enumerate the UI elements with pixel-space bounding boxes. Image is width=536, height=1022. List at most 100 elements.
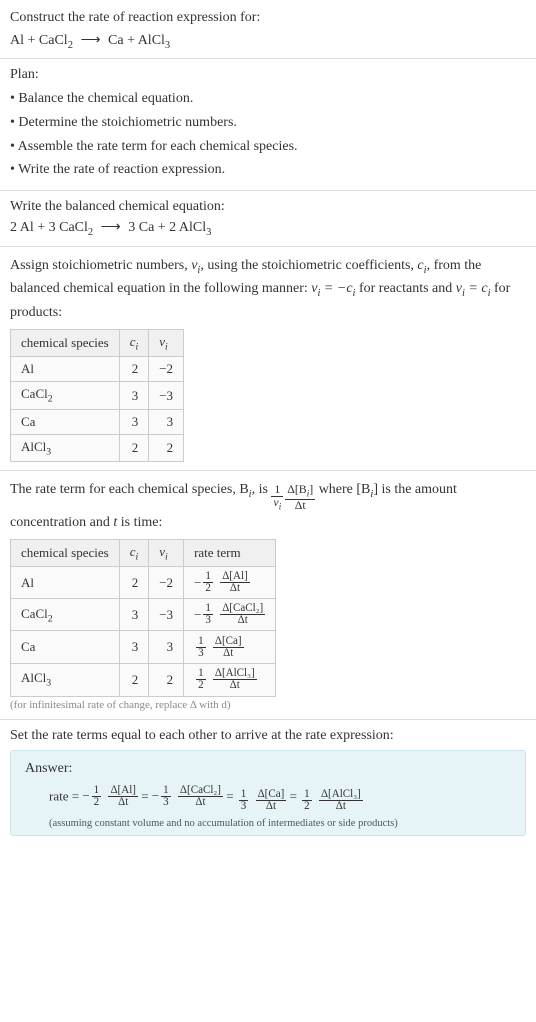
- cell-species: Ca: [11, 409, 120, 434]
- den: Δt: [178, 797, 223, 808]
- cell-ci: 2: [119, 357, 149, 382]
- eq-reactant: νi = −ci: [311, 281, 355, 296]
- arrow-icon: ⟶: [97, 219, 125, 236]
- sign: −: [82, 788, 89, 804]
- text: for reactants and: [355, 281, 455, 296]
- den: 2: [196, 680, 206, 691]
- den: Δt: [285, 500, 315, 512]
- eq-rhs: 3 Ca + 2 AlCl: [128, 220, 206, 235]
- stoich-section: Assign stoichiometric numbers, νi, using…: [0, 247, 536, 472]
- eq-lhs: Al + CaCl: [10, 33, 68, 48]
- stoich-intro: Assign stoichiometric numbers, νi, using…: [10, 255, 526, 323]
- cell-nui: −2: [149, 567, 184, 599]
- cell-ci: 3: [119, 409, 149, 434]
- subscript: i: [165, 341, 168, 352]
- stoich-table: chemical species ci νi Al 2 −2 CaCl2 3 −…: [10, 329, 184, 463]
- table-row: CaCl2 3 −3 −13 Δ[CaCl₂]Δt: [11, 599, 276, 631]
- table-row: Ca 3 3: [11, 409, 184, 434]
- subscript: i: [136, 551, 139, 562]
- plan-list: Balance the chemical equation. Determine…: [10, 87, 526, 181]
- cell-ci: 3: [119, 599, 149, 631]
- den: Δt: [213, 648, 244, 659]
- table-header-row: chemical species ci νi rate term: [11, 539, 276, 567]
- text: CaCl: [21, 606, 48, 621]
- subscript: 3: [206, 227, 211, 238]
- subscript: i: [318, 288, 321, 299]
- text: CaCl: [21, 386, 48, 401]
- frac-1-nu: 1νi: [271, 484, 283, 511]
- den: 2: [203, 583, 213, 594]
- eq-product: νi = ci: [456, 281, 491, 296]
- cell-nui: −3: [149, 382, 184, 410]
- answer-label: Answer:: [25, 761, 511, 777]
- plan-section: Plan: Balance the chemical equation. Det…: [0, 59, 536, 190]
- sign: −: [194, 607, 201, 623]
- table-row: CaCl2 3 −3: [11, 382, 184, 410]
- col-ci: ci: [119, 329, 149, 357]
- cell-nui: −3: [149, 599, 184, 631]
- c-i: ci: [417, 258, 426, 273]
- cell-ci: 2: [119, 434, 149, 462]
- rate-term-table: chemical species ci νi rate term Al 2 −2…: [10, 539, 276, 697]
- cell-ci: 2: [119, 663, 149, 696]
- den: νi: [271, 497, 283, 511]
- cell-rate: 13 Δ[Ca]Δt: [184, 631, 276, 664]
- cell-species: AlCl3: [11, 663, 120, 696]
- subscript: i: [462, 288, 465, 299]
- eq-sign: =: [290, 788, 301, 803]
- cell-rate: 12 Δ[AlCl₃]Δt: [184, 663, 276, 696]
- col-species: chemical species: [11, 539, 120, 567]
- num: 1: [239, 789, 249, 801]
- subscript: 3: [46, 678, 51, 689]
- final-section: Set the rate terms equal to each other t…: [0, 720, 536, 844]
- text: AlCl: [21, 670, 46, 685]
- plan-item: Determine the stoichiometric numbers.: [10, 111, 526, 135]
- subscript: i: [136, 341, 139, 352]
- den: 3: [239, 801, 249, 812]
- rate-footnote: (for infinitesimal rate of change, repla…: [10, 699, 526, 711]
- table-header-row: chemical species ci νi: [11, 329, 184, 357]
- num: 1: [161, 785, 171, 797]
- final-label: Set the rate terms equal to each other t…: [10, 728, 526, 744]
- col-rate: rate term: [184, 539, 276, 567]
- rate-term-intro: The rate term for each chemical species,…: [10, 479, 526, 532]
- den: Δt: [213, 680, 257, 691]
- subscript: i: [307, 489, 309, 499]
- cell-species: Al: [11, 357, 120, 382]
- col-nui: νi: [149, 539, 184, 567]
- nu-i: νi: [191, 258, 200, 273]
- subscript: 3: [46, 446, 51, 457]
- answer-box: Answer: rate = −12 Δ[Al]Δt = −13 Δ[CaCl₂…: [10, 750, 526, 836]
- cell-nui: −2: [149, 357, 184, 382]
- den: 2: [302, 801, 312, 812]
- arrow-icon: ⟶: [76, 32, 104, 49]
- text: The rate term for each chemical species,…: [10, 482, 249, 497]
- col-species: chemical species: [11, 329, 120, 357]
- table-row: Al 2 −2 −12 Δ[Al]Δt: [11, 567, 276, 599]
- num: Δ[AlCl₃]: [319, 789, 363, 801]
- col-nui: νi: [149, 329, 184, 357]
- eq-sign: =: [141, 788, 152, 803]
- subscript: i: [279, 502, 281, 512]
- cell-species: CaCl2: [11, 382, 120, 410]
- cell-nui: 2: [149, 663, 184, 696]
- subscript: 2: [48, 613, 53, 624]
- problem-title: Construct the rate of reaction expressio…: [10, 8, 526, 28]
- cell-nui: 3: [149, 631, 184, 664]
- num: Δ[CaCl₂]: [178, 785, 223, 797]
- plan-item: Write the rate of reaction expression.: [10, 158, 526, 182]
- plan-item: Assemble the rate term for each chemical…: [10, 135, 526, 159]
- subscript: i: [165, 551, 168, 562]
- answer-note: (assuming constant volume and no accumul…: [25, 818, 511, 829]
- cell-nui: 2: [149, 434, 184, 462]
- table-row: Al 2 −2: [11, 357, 184, 382]
- text: Δ[B: [287, 482, 307, 496]
- text: , is: [252, 482, 272, 497]
- col-ci: ci: [119, 539, 149, 567]
- cell-rate: −13 Δ[CaCl₂]Δt: [184, 599, 276, 631]
- eq-sign: =: [226, 788, 237, 803]
- plan-label: Plan:: [10, 67, 526, 83]
- balanced-section: Write the balanced chemical equation: 2 …: [0, 191, 536, 247]
- rate-term-section: The rate term for each chemical species,…: [0, 471, 536, 719]
- den: 3: [203, 615, 213, 626]
